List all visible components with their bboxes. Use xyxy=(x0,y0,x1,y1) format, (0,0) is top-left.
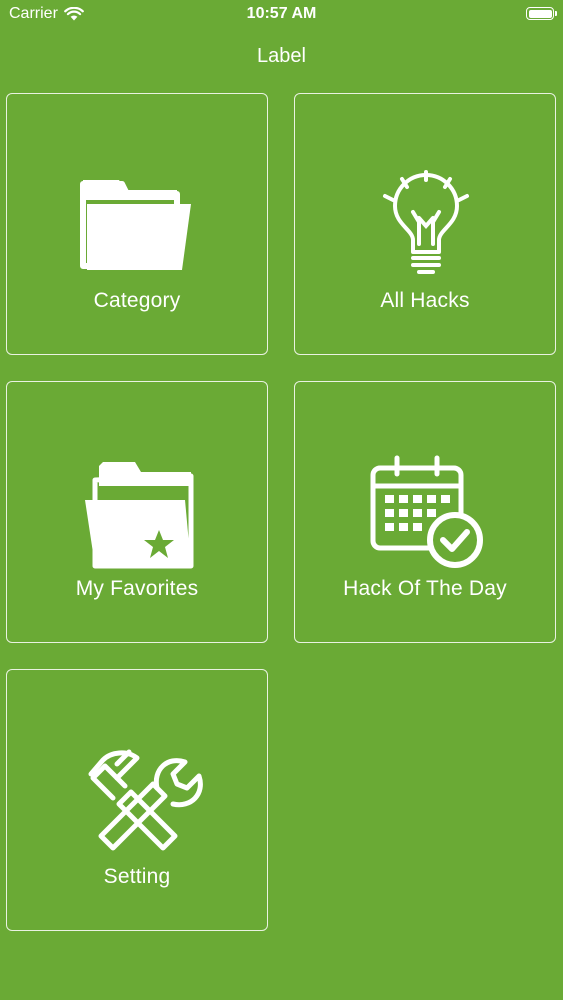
category-label: Category xyxy=(93,289,181,312)
all-hacks-label: All Hacks xyxy=(380,289,470,312)
hack-of-the-day-tile[interactable]: Hack Of The Day xyxy=(294,381,556,643)
my-favorites-label: My Favorites xyxy=(75,577,199,600)
battery-icon xyxy=(526,7,557,20)
status-time: 10:57 AM xyxy=(246,5,317,22)
calendar-check-icon xyxy=(370,455,483,568)
folder-icon xyxy=(80,180,191,270)
setting-label: Setting xyxy=(103,865,171,888)
setting-tile[interactable]: Setting xyxy=(6,669,268,931)
my-favorites-tile[interactable]: My Favorites xyxy=(6,381,268,643)
tools-icon xyxy=(88,749,203,851)
page-title: Label xyxy=(257,45,306,67)
lightbulb-icon xyxy=(383,170,469,274)
hack-of-the-day-label: Hack Of The Day xyxy=(343,577,507,600)
status-bar: Carrier 10:57 AM xyxy=(0,0,563,30)
folder-star-icon xyxy=(85,462,194,569)
all-hacks-tile[interactable]: All Hacks xyxy=(294,93,556,355)
category-tile[interactable]: Category xyxy=(6,93,268,355)
